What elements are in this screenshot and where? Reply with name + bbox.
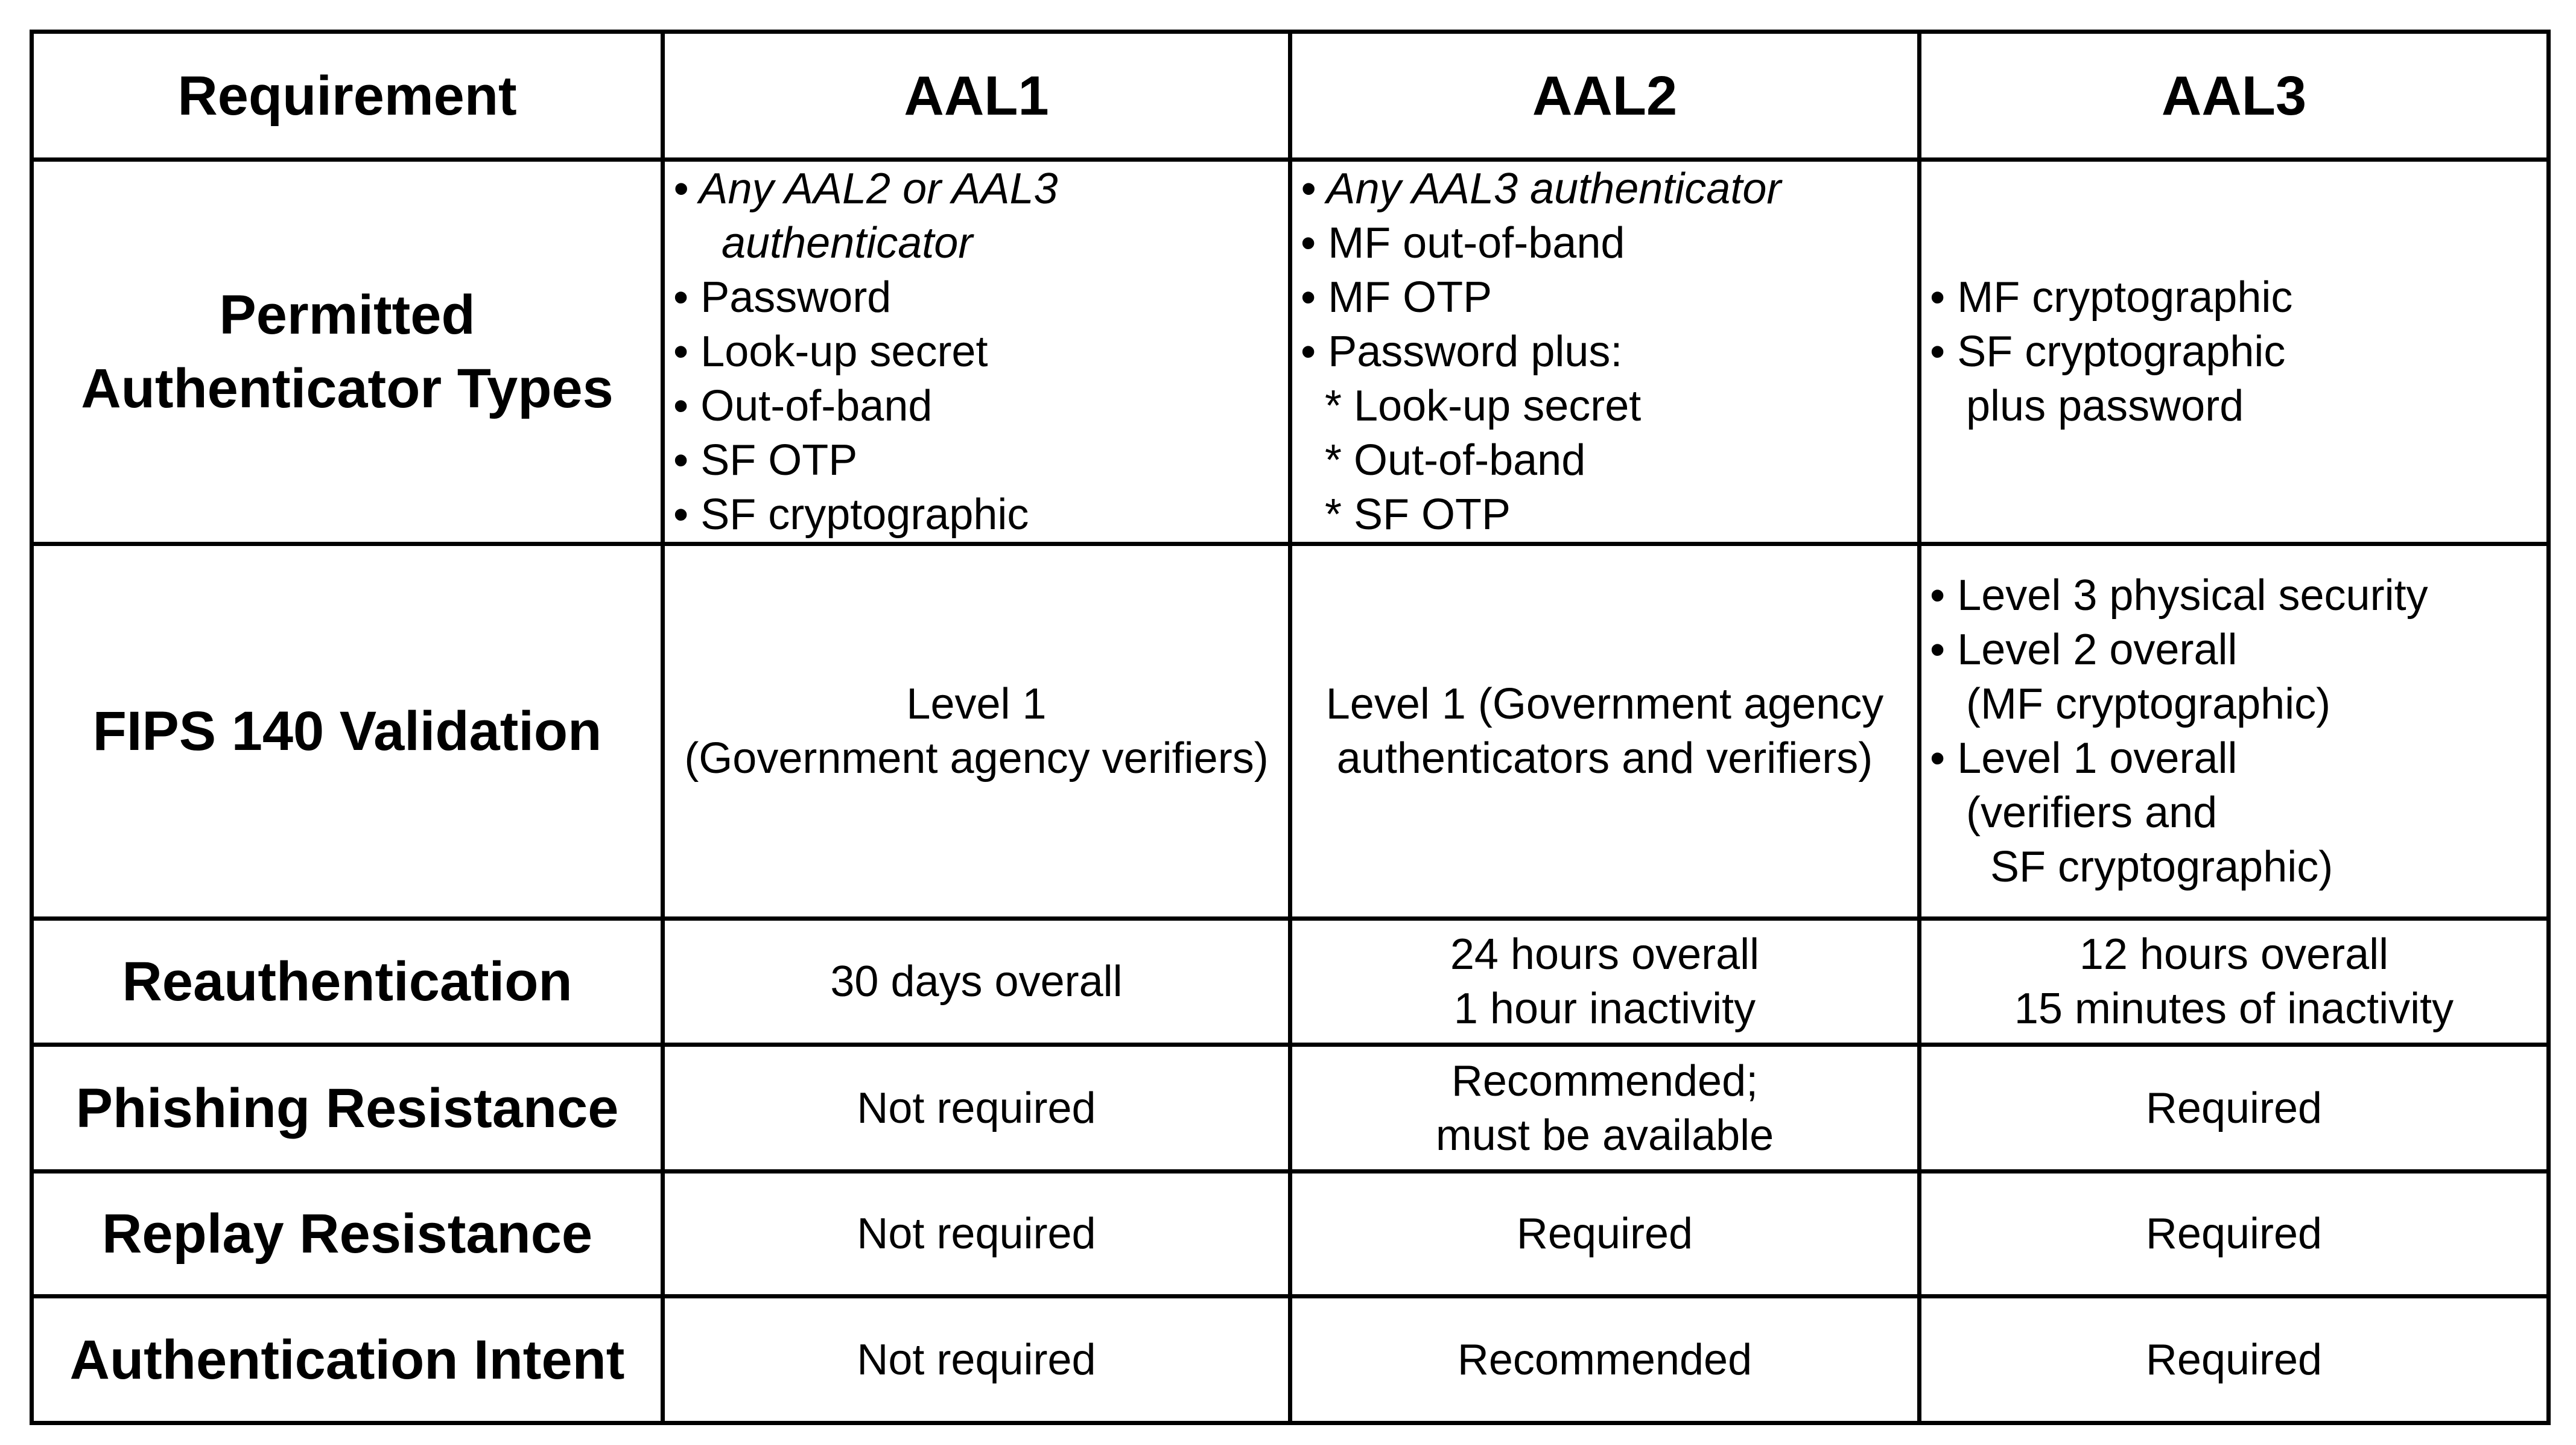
cell-line: (MF cryptographic) [1930,680,2331,728]
row-label-line: FIPS 140 Validation [92,700,602,762]
cell-line: Required [1516,1210,1693,1258]
cell-aal2: Required [1288,1169,1921,1298]
cell-line: • Out-of-band [673,382,933,430]
cell-line: • SF cryptographic [673,491,1029,539]
header-aal3: AAL3 [1917,30,2551,162]
cell-line: • Password [673,273,892,322]
cell-aal3: • MF cryptographic • SF cryptographic plu… [1917,157,2551,546]
header-row: Requirement AAL1 AAL2 AAL3 [30,30,2551,162]
cell-aal1: • Any AAL2 or AAL3 authenticator • Passwo… [661,157,1292,546]
cell-aal1: 30 days overall [661,916,1292,1047]
cell-line: • Any AAL2 or AAL3 [673,165,1058,213]
cell-line: • Level 3 physical security [1930,571,2428,620]
cell-line: Not required [857,1335,1096,1384]
cell-aal3: Required [1917,1169,2551,1298]
row-label: Phishing Resistance [30,1043,665,1173]
row-label: FIPS 140 Validation [30,542,665,921]
row-label: Reauthentication [30,916,665,1047]
cell-line: 12 hours overall [2079,930,2389,979]
header-requirement: Requirement [30,30,665,162]
cell-line: • SF OTP [673,436,858,484]
cell-aal2: Level 1 (Government agency authenticators… [1288,542,1921,921]
cell-line: • MF out-of-band [1301,219,1625,267]
cell-line: * Look-up secret [1301,382,1642,430]
cell-line: (verifiers and [1930,789,2218,837]
cell-aal3: 12 hours overall 15 minutes of inactivity [1917,916,2551,1047]
row-label: Replay Resistance [30,1169,665,1298]
table-row: Permitted Authenticator Types • Any AAL2 o… [30,157,2551,546]
cell-line: 1 hour inactivity [1453,985,1756,1033]
cell-line: Required [2145,1210,2323,1258]
row-label: Permitted Authenticator Types [30,157,665,546]
cell-line: 24 hours overall [1450,930,1760,979]
cell-aal1: Not required [661,1043,1292,1173]
row-label-line: Phishing Resistance [75,1077,619,1139]
cell-aal1: Not required [661,1294,1292,1425]
cell-line: plus password [1930,382,2244,430]
cell-line: must be available [1435,1111,1774,1160]
cell-aal3: • Level 3 physical security • Level 2 ove… [1917,542,2551,921]
row-label-line: Permitted [219,284,475,346]
row-label-line: Authentication Intent [69,1329,625,1391]
cell-line: 30 days overall [830,958,1123,1006]
cell-line: • Any AAL3 authenticator [1301,165,1781,213]
cell-aal2: Recommended; must be available [1288,1043,1921,1173]
cell-line: • MF OTP [1301,273,1493,322]
cell-line: Recommended [1457,1335,1753,1384]
cell-line: • Look-up secret [673,328,988,376]
cell-line: Not required [857,1210,1096,1258]
row-label-line: Reauthentication [122,951,573,1012]
cell-line: authenticator [673,219,973,267]
cell-aal2: Recommended [1288,1294,1921,1425]
cell-line: • SF cryptographic [1930,328,2286,376]
cell-aal2: 24 hours overall 1 hour inactivity [1288,916,1921,1047]
table-row: Reauthentication 30 days overall 24 hours … [30,916,2551,1047]
cell-line: Required [2145,1335,2323,1384]
cell-line: Level 1 [906,680,1047,728]
aal-requirements-table: Requirement AAL1 AAL2 AAL3 Permitted Auth… [30,30,2551,1425]
cell-aal2: • Any AAL3 authenticator • MF out-of-band… [1288,157,1921,546]
table-row: Phishing Resistance Not required Recommend… [30,1043,2551,1173]
cell-aal1: Not required [661,1169,1292,1298]
cell-line: SF cryptographic) [1930,843,2333,891]
cell-aal3: Required [1917,1294,2551,1425]
cell-aal1: Level 1 (Government agency verifiers) [661,542,1292,921]
cell-line: (Government agency verifiers) [684,734,1269,783]
table-row: Replay Resistance Not required Required Req… [30,1169,2551,1298]
cell-line: 15 minutes of inactivity [2014,985,2454,1033]
row-label: Authentication Intent [30,1294,665,1425]
cell-line: • Level 1 overall [1930,734,2238,783]
header-aal2: AAL2 [1288,30,1921,162]
cell-line: Level 1 (Government agency [1325,680,1884,728]
table-row: Authentication Intent Not required Recomme… [30,1294,2551,1425]
cell-line: Not required [857,1084,1096,1132]
cell-line: authenticators and verifiers) [1336,734,1873,783]
cell-line: • Level 2 overall [1930,626,2238,674]
row-label-line: Replay Resistance [101,1203,593,1265]
cell-line: * Out-of-band [1301,436,1586,484]
cell-line: Recommended; [1451,1056,1759,1105]
cell-line: * SF OTP [1301,491,1511,539]
row-label-line: Authenticator Types [81,358,614,419]
cell-aal3: Required [1917,1043,2551,1173]
cell-line: Required [2145,1084,2323,1132]
header-aal1: AAL1 [661,30,1292,162]
cell-line: • MF cryptographic [1930,273,2293,322]
cell-line: • Password plus: [1301,328,1623,376]
table-row: FIPS 140 Validation Level 1 (Government ag… [30,542,2551,921]
